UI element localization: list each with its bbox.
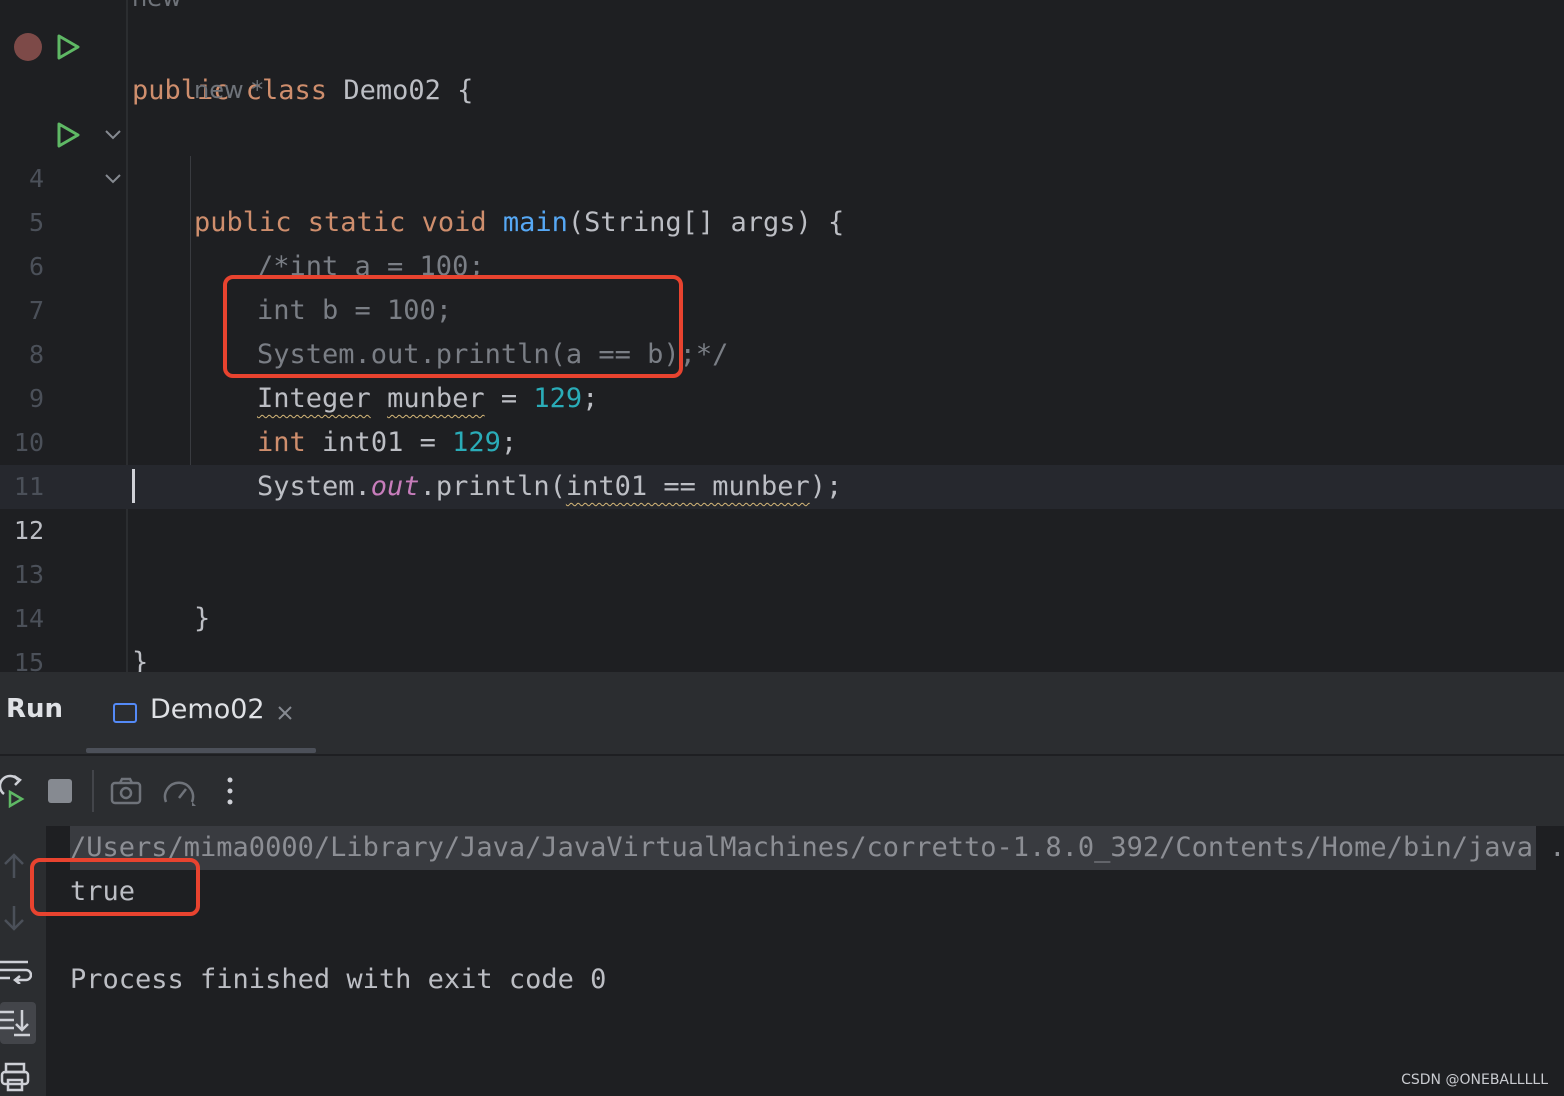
run-toolbar: [0, 756, 1564, 826]
close-icon[interactable]: [274, 702, 296, 724]
print-icon[interactable]: [0, 1062, 32, 1092]
active-tab-indicator: [86, 748, 316, 753]
rerun-icon[interactable]: [0, 774, 26, 808]
stop-icon[interactable]: [48, 779, 72, 803]
fold-chevron-icon[interactable]: [103, 172, 123, 186]
code-line-13: 13 }: [13, 560, 211, 634]
scroll-to-end-button[interactable]: [0, 1002, 36, 1044]
author-hint-method: new *: [194, 76, 264, 104]
scroll-to-end-icon: [0, 1010, 30, 1037]
more-options-icon[interactable]: [224, 776, 236, 806]
console-exit-message: Process finished with exit code 0: [70, 964, 607, 995]
code-editor[interactable]: new * public class Demo02 { new * 4 publ…: [0, 0, 1564, 672]
run-panel-title: Run: [6, 694, 64, 724]
text-caret: [132, 469, 135, 503]
code-line-4: 4 public static void main(String[] args)…: [28, 164, 845, 238]
camera-icon[interactable]: [110, 776, 142, 806]
highlight-box-output: [30, 858, 200, 916]
code-line-11: 11: [13, 472, 44, 501]
tab-demo02[interactable]: Demo02: [150, 694, 265, 725]
watermark: CSDN @ONEBALLLLL: [1401, 1072, 1548, 1088]
soft-wrap-icon[interactable]: [0, 958, 32, 984]
toolbar-divider: [92, 770, 94, 812]
console-command-line: /Users/mima0000/Library/Java/JavaVirtual…: [70, 832, 1564, 863]
code-line-6: 6 int b = 100;: [28, 252, 453, 326]
code-line-5: 5 /*int a = 100;: [28, 208, 485, 282]
highlight-box-code: [223, 275, 683, 378]
profiler-gauge-icon[interactable]: [162, 776, 198, 808]
fold-chevron-icon[interactable]: [103, 128, 123, 142]
run-main-icon[interactable]: [54, 121, 82, 149]
scroll-up-icon[interactable]: [2, 852, 26, 880]
run-panel: Run Demo02 /Users/mima0000/Library/Java/…: [0, 672, 1564, 1096]
code-line-12: 12: [13, 516, 44, 545]
code-line-15: 15: [13, 648, 44, 672]
console-tab-icon: [113, 703, 137, 723]
code-line-10: 10 System.out.println(int01 == munber);: [13, 428, 843, 502]
author-hint-class: new *: [132, 0, 201, 12]
scroll-down-icon[interactable]: [2, 904, 26, 932]
code-line-14: 14 }: [13, 604, 149, 672]
code-line-class: public class Demo02 {: [132, 75, 474, 106]
run-tabbar: Run Demo02: [0, 672, 1564, 756]
